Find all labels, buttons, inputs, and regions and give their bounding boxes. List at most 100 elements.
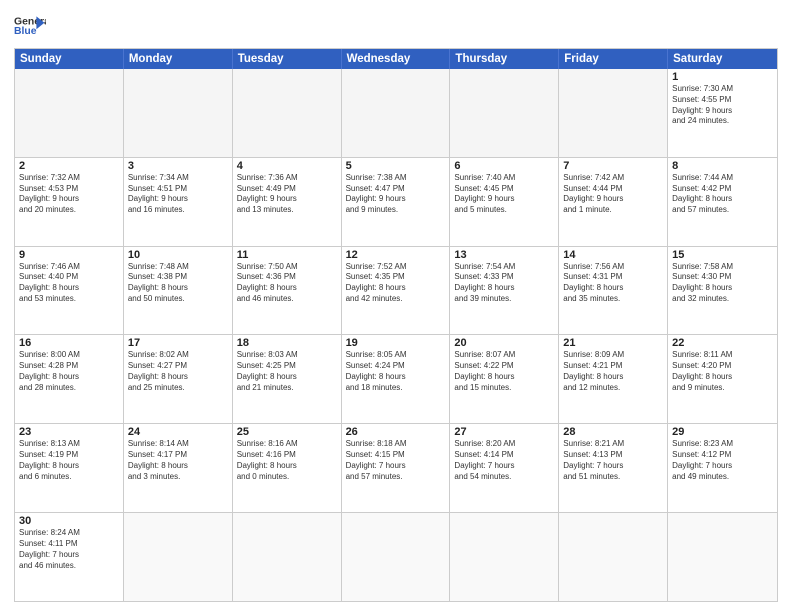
day-info: Sunrise: 7:34 AM Sunset: 4:51 PM Dayligh… (128, 173, 228, 216)
day-cell (233, 69, 342, 157)
day-cell: 15Sunrise: 7:58 AM Sunset: 4:30 PM Dayli… (668, 247, 777, 335)
day-number: 11 (237, 249, 337, 261)
week-row: 23Sunrise: 8:13 AM Sunset: 4:19 PM Dayli… (15, 423, 777, 512)
day-info: Sunrise: 8:03 AM Sunset: 4:25 PM Dayligh… (237, 350, 337, 393)
day-header-monday: Monday (124, 49, 233, 69)
day-headers-row: SundayMondayTuesdayWednesdayThursdayFrid… (15, 49, 777, 69)
day-cell: 7Sunrise: 7:42 AM Sunset: 4:44 PM Daylig… (559, 158, 668, 246)
day-cell: 5Sunrise: 7:38 AM Sunset: 4:47 PM Daylig… (342, 158, 451, 246)
day-cell: 30Sunrise: 8:24 AM Sunset: 4:11 PM Dayli… (15, 513, 124, 601)
day-info: Sunrise: 8:13 AM Sunset: 4:19 PM Dayligh… (19, 439, 119, 482)
day-info: Sunrise: 7:48 AM Sunset: 4:38 PM Dayligh… (128, 262, 228, 305)
day-cell: 4Sunrise: 7:36 AM Sunset: 4:49 PM Daylig… (233, 158, 342, 246)
day-header-thursday: Thursday (450, 49, 559, 69)
day-number: 28 (563, 426, 663, 438)
day-info: Sunrise: 8:18 AM Sunset: 4:15 PM Dayligh… (346, 439, 446, 482)
day-number: 10 (128, 249, 228, 261)
day-number: 25 (237, 426, 337, 438)
day-number: 15 (672, 249, 773, 261)
day-cell (342, 513, 451, 601)
day-cell: 26Sunrise: 8:18 AM Sunset: 4:15 PM Dayli… (342, 424, 451, 512)
day-number: 20 (454, 337, 554, 349)
day-number: 24 (128, 426, 228, 438)
page-header: General Blue (14, 10, 778, 42)
day-number: 18 (237, 337, 337, 349)
day-cell: 20Sunrise: 8:07 AM Sunset: 4:22 PM Dayli… (450, 335, 559, 423)
day-number: 16 (19, 337, 119, 349)
day-cell: 22Sunrise: 8:11 AM Sunset: 4:20 PM Dayli… (668, 335, 777, 423)
day-info: Sunrise: 8:16 AM Sunset: 4:16 PM Dayligh… (237, 439, 337, 482)
day-number: 6 (454, 160, 554, 172)
day-number: 5 (346, 160, 446, 172)
day-number: 2 (19, 160, 119, 172)
day-info: Sunrise: 8:00 AM Sunset: 4:28 PM Dayligh… (19, 350, 119, 393)
calendar-weeks: 1Sunrise: 7:30 AM Sunset: 4:55 PM Daylig… (15, 69, 777, 601)
day-info: Sunrise: 7:58 AM Sunset: 4:30 PM Dayligh… (672, 262, 773, 305)
day-cell: 18Sunrise: 8:03 AM Sunset: 4:25 PM Dayli… (233, 335, 342, 423)
day-cell: 28Sunrise: 8:21 AM Sunset: 4:13 PM Dayli… (559, 424, 668, 512)
week-row: 2Sunrise: 7:32 AM Sunset: 4:53 PM Daylig… (15, 157, 777, 246)
day-cell (450, 513, 559, 601)
day-number: 3 (128, 160, 228, 172)
day-cell (342, 69, 451, 157)
day-cell: 1Sunrise: 7:30 AM Sunset: 4:55 PM Daylig… (668, 69, 777, 157)
day-info: Sunrise: 8:09 AM Sunset: 4:21 PM Dayligh… (563, 350, 663, 393)
day-cell: 14Sunrise: 7:56 AM Sunset: 4:31 PM Dayli… (559, 247, 668, 335)
day-cell: 24Sunrise: 8:14 AM Sunset: 4:17 PM Dayli… (124, 424, 233, 512)
day-cell: 23Sunrise: 8:13 AM Sunset: 4:19 PM Dayli… (15, 424, 124, 512)
day-cell (450, 69, 559, 157)
day-info: Sunrise: 8:23 AM Sunset: 4:12 PM Dayligh… (672, 439, 773, 482)
day-cell (233, 513, 342, 601)
svg-text:Blue: Blue (14, 26, 37, 37)
day-info: Sunrise: 8:07 AM Sunset: 4:22 PM Dayligh… (454, 350, 554, 393)
day-info: Sunrise: 8:02 AM Sunset: 4:27 PM Dayligh… (128, 350, 228, 393)
day-info: Sunrise: 7:52 AM Sunset: 4:35 PM Dayligh… (346, 262, 446, 305)
day-number: 14 (563, 249, 663, 261)
day-cell: 13Sunrise: 7:54 AM Sunset: 4:33 PM Dayli… (450, 247, 559, 335)
day-info: Sunrise: 7:40 AM Sunset: 4:45 PM Dayligh… (454, 173, 554, 216)
day-info: Sunrise: 7:38 AM Sunset: 4:47 PM Dayligh… (346, 173, 446, 216)
day-number: 30 (19, 515, 119, 527)
day-cell: 27Sunrise: 8:20 AM Sunset: 4:14 PM Dayli… (450, 424, 559, 512)
day-header-wednesday: Wednesday (342, 49, 451, 69)
day-info: Sunrise: 7:42 AM Sunset: 4:44 PM Dayligh… (563, 173, 663, 216)
day-cell: 17Sunrise: 8:02 AM Sunset: 4:27 PM Dayli… (124, 335, 233, 423)
day-number: 17 (128, 337, 228, 349)
day-number: 19 (346, 337, 446, 349)
day-cell: 9Sunrise: 7:46 AM Sunset: 4:40 PM Daylig… (15, 247, 124, 335)
day-info: Sunrise: 7:32 AM Sunset: 4:53 PM Dayligh… (19, 173, 119, 216)
day-info: Sunrise: 8:21 AM Sunset: 4:13 PM Dayligh… (563, 439, 663, 482)
day-cell (124, 69, 233, 157)
day-info: Sunrise: 8:24 AM Sunset: 4:11 PM Dayligh… (19, 528, 119, 571)
day-number: 8 (672, 160, 773, 172)
day-info: Sunrise: 7:44 AM Sunset: 4:42 PM Dayligh… (672, 173, 773, 216)
logo: General Blue (14, 10, 46, 42)
day-cell: 16Sunrise: 8:00 AM Sunset: 4:28 PM Dayli… (15, 335, 124, 423)
day-cell: 19Sunrise: 8:05 AM Sunset: 4:24 PM Dayli… (342, 335, 451, 423)
day-number: 9 (19, 249, 119, 261)
day-number: 7 (563, 160, 663, 172)
day-number: 13 (454, 249, 554, 261)
week-row: 30Sunrise: 8:24 AM Sunset: 4:11 PM Dayli… (15, 512, 777, 601)
day-number: 23 (19, 426, 119, 438)
logo-icon: General Blue (14, 10, 46, 42)
day-number: 21 (563, 337, 663, 349)
day-info: Sunrise: 8:11 AM Sunset: 4:20 PM Dayligh… (672, 350, 773, 393)
day-info: Sunrise: 7:54 AM Sunset: 4:33 PM Dayligh… (454, 262, 554, 305)
day-info: Sunrise: 8:20 AM Sunset: 4:14 PM Dayligh… (454, 439, 554, 482)
day-header-tuesday: Tuesday (233, 49, 342, 69)
day-header-friday: Friday (559, 49, 668, 69)
day-cell: 29Sunrise: 8:23 AM Sunset: 4:12 PM Dayli… (668, 424, 777, 512)
day-cell (668, 513, 777, 601)
calendar: SundayMondayTuesdayWednesdayThursdayFrid… (14, 48, 778, 602)
day-info: Sunrise: 7:36 AM Sunset: 4:49 PM Dayligh… (237, 173, 337, 216)
day-cell: 10Sunrise: 7:48 AM Sunset: 4:38 PM Dayli… (124, 247, 233, 335)
day-cell (15, 69, 124, 157)
day-cell (559, 513, 668, 601)
day-number: 22 (672, 337, 773, 349)
day-cell (124, 513, 233, 601)
day-cell: 11Sunrise: 7:50 AM Sunset: 4:36 PM Dayli… (233, 247, 342, 335)
week-row: 16Sunrise: 8:00 AM Sunset: 4:28 PM Dayli… (15, 334, 777, 423)
day-number: 27 (454, 426, 554, 438)
day-number: 29 (672, 426, 773, 438)
